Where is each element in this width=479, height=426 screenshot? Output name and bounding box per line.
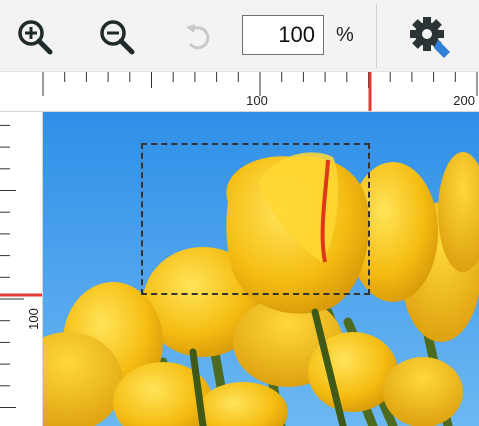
zoom-level-input[interactable]: 100	[242, 15, 324, 55]
settings-gear-icon	[410, 17, 450, 58]
vertical-ruler[interactable]: 100	[0, 112, 43, 426]
zoom-out-button[interactable]	[92, 12, 142, 62]
settings-button[interactable]	[400, 12, 462, 62]
tulips-photo	[43, 112, 479, 426]
ruler-label: 200	[453, 93, 475, 108]
toolbar-separator	[376, 4, 377, 68]
zoom-in-icon	[18, 20, 53, 55]
ruler-label: 100	[246, 93, 268, 108]
horizontal-ruler[interactable]: 100 200	[0, 72, 479, 112]
image-canvas[interactable]	[43, 112, 479, 426]
zoom-in-button[interactable]	[10, 12, 60, 62]
undo-button[interactable]	[173, 12, 223, 62]
image-editor-window: 100 % 100 200 100	[0, 0, 479, 426]
undo-icon	[186, 24, 210, 50]
toolbar: 100 %	[0, 0, 479, 72]
zoom-out-icon	[100, 20, 135, 55]
zoom-unit-label: %	[336, 24, 354, 46]
ruler-label: 100	[26, 308, 41, 330]
